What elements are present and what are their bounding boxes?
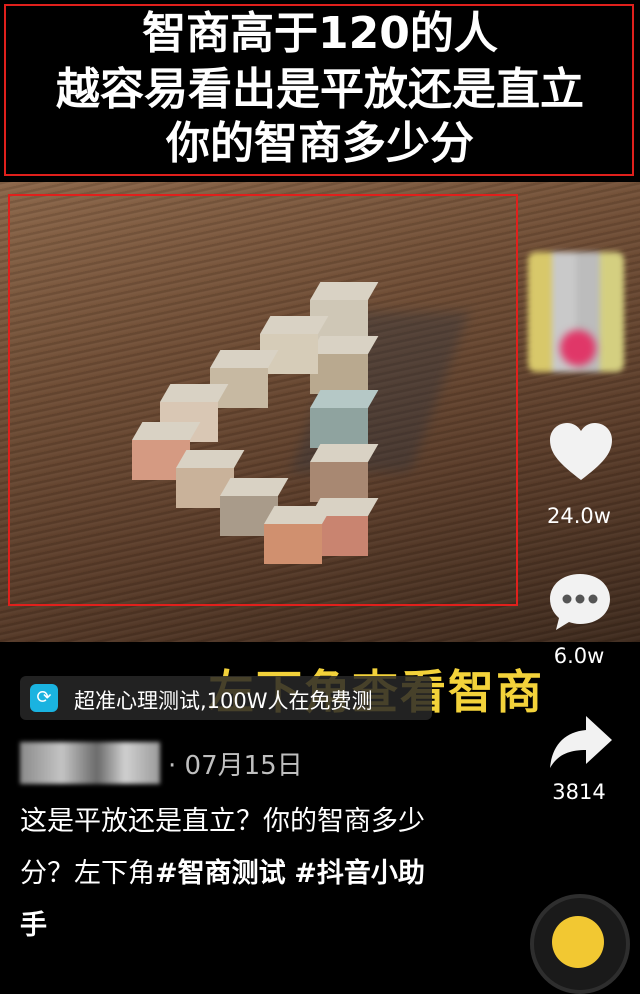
comment-count: 6.0w bbox=[553, 644, 605, 668]
promo-text: 超准心理测试,100W人在免费测 bbox=[74, 689, 373, 713]
caption-banner: 智商高于120的人 越容易看出是平放还是直立 你的智商多少分 bbox=[0, 0, 640, 182]
link-icon: ⟳ bbox=[30, 684, 58, 712]
video-player[interactable] bbox=[0, 182, 640, 642]
banner-line-3: 你的智商多少分 bbox=[166, 118, 474, 169]
share-arrow-icon[interactable] bbox=[546, 712, 614, 772]
music-cover bbox=[552, 916, 604, 968]
follow-badge[interactable] bbox=[560, 330, 596, 366]
banner-line-2: 越容易看出是平放还是直立 bbox=[56, 64, 584, 115]
hashtag-iq-test[interactable]: #智商测试 bbox=[155, 858, 286, 889]
comment-bubble-icon[interactable] bbox=[546, 570, 614, 634]
banner-line-1: 智商高于120的人 bbox=[142, 8, 498, 59]
like-count: 24.0w bbox=[547, 504, 611, 528]
author-name-blurred[interactable] bbox=[20, 742, 160, 784]
promo-link[interactable]: ⟳ 超准心理测试,100W人在免费测 bbox=[20, 676, 432, 720]
post-description: 这是平放还是直立？你的智商多少分？左下角#智商测试 #抖音小助手 bbox=[20, 796, 440, 952]
heart-icon[interactable] bbox=[546, 418, 616, 488]
image-highlight-frame bbox=[8, 194, 518, 606]
share-count: 3814 bbox=[552, 780, 606, 804]
post-date: · 07月15日 bbox=[168, 751, 303, 781]
